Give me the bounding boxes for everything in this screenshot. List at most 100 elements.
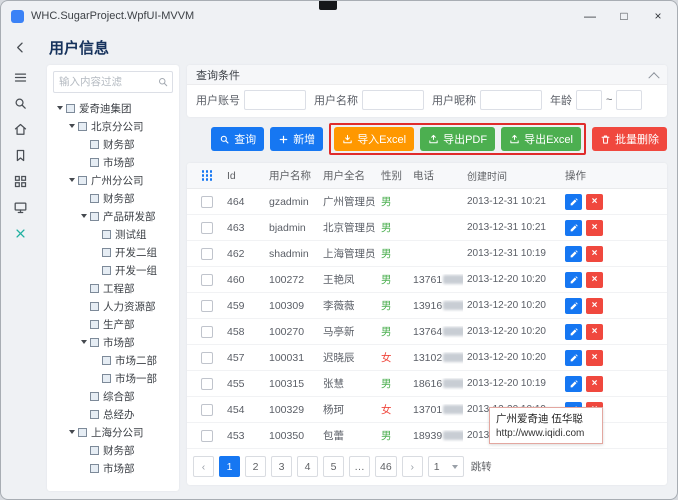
batch-delete-button[interactable]: 批量删除 <box>592 127 667 151</box>
row-checkbox[interactable] <box>201 351 213 364</box>
close-button[interactable]: × <box>641 1 675 31</box>
minimize-button[interactable]: — <box>573 1 607 31</box>
delete-button[interactable]: × <box>586 297 603 314</box>
add-button[interactable]: 新增 <box>270 127 324 151</box>
user-nickname-input[interactable] <box>480 90 542 110</box>
grid-handle-icon[interactable] <box>201 170 213 181</box>
user-name-input[interactable] <box>362 90 424 110</box>
edit-button[interactable] <box>565 375 582 392</box>
tree-node[interactable]: 工程部 <box>53 279 173 297</box>
column-header-phone[interactable]: 电话 <box>409 168 463 183</box>
tree-node[interactable]: 市场部 <box>53 153 173 171</box>
edit-button[interactable] <box>565 219 582 236</box>
column-header-created[interactable]: 创建时间 <box>463 168 561 183</box>
table-row[interactable]: 455 100315 张慧 男 18616 2013-12-20 10:19 × <box>187 371 667 397</box>
tree-node[interactable]: 财务部 <box>53 189 173 207</box>
tree-node[interactable]: 广州分公司 <box>53 171 173 189</box>
apps-button[interactable] <box>7 169 33 193</box>
user-account-input[interactable] <box>244 90 306 110</box>
delete-button[interactable]: × <box>586 193 603 210</box>
row-checkbox[interactable] <box>201 377 213 390</box>
tree-node[interactable]: 综合部 <box>53 387 173 405</box>
row-checkbox[interactable] <box>201 247 213 260</box>
tree-node[interactable]: 上海分公司 <box>53 423 173 441</box>
tree-node[interactable]: 爱奇迪集团 <box>53 99 173 117</box>
delete-button[interactable]: × <box>586 375 603 392</box>
table-row[interactable]: 464 gzadmin 广州管理员 男 2013-12-31 10:21 × <box>187 189 667 215</box>
column-header-gender[interactable]: 性别 <box>377 168 409 183</box>
delete-button[interactable]: × <box>586 219 603 236</box>
title-bar[interactable]: WHC.SugarProject.WpfUI-MVVM — □ × <box>1 1 677 31</box>
tree-filter-input[interactable] <box>53 71 173 93</box>
tree-node[interactable]: 人力资源部 <box>53 297 173 315</box>
table-row[interactable]: 459 100309 李薇薇 男 13916 2013-12-20 10:20 … <box>187 293 667 319</box>
tree-node[interactable]: 市场一部 <box>53 369 173 387</box>
column-header-fullname[interactable]: 用户全名 <box>319 168 377 183</box>
tree-node[interactable]: 市场部 <box>53 459 173 477</box>
delete-button[interactable]: × <box>586 271 603 288</box>
tree-node[interactable]: 北京分公司 <box>53 117 173 135</box>
rail-search-button[interactable] <box>7 91 33 115</box>
page-button[interactable]: 5 <box>323 456 344 477</box>
table-row[interactable]: 457 100031 迟晓辰 女 13102 2013-12-20 10:20 … <box>187 345 667 371</box>
edit-button[interactable] <box>565 297 582 314</box>
page-button[interactable]: 46 <box>375 456 397 477</box>
edit-button[interactable] <box>565 193 582 210</box>
tree-node[interactable]: 财务部 <box>53 441 173 459</box>
table-row[interactable]: 460 100272 王艳凤 男 13761 2013-12-20 10:20 … <box>187 267 667 293</box>
cell-gender: 女 <box>381 404 392 416</box>
back-button[interactable] <box>7 35 33 59</box>
next-page-button[interactable]: › <box>401 456 423 477</box>
tree-node[interactable]: 生产部 <box>53 315 173 333</box>
edit-button[interactable] <box>565 323 582 340</box>
row-checkbox[interactable] <box>201 403 213 416</box>
tree-node[interactable]: 财务部 <box>53 135 173 153</box>
page-button[interactable]: 3 <box>271 456 292 477</box>
menu-button[interactable] <box>7 65 33 89</box>
search-button[interactable]: 查询 <box>211 127 265 151</box>
table-row[interactable]: 458 100270 马亭新 男 13764 2013-12-20 10:20 … <box>187 319 667 345</box>
export-pdf-button[interactable]: 导出PDF <box>420 127 496 151</box>
age-min-input[interactable] <box>576 90 602 110</box>
row-checkbox[interactable] <box>201 299 213 312</box>
delete-button[interactable]: × <box>586 245 603 262</box>
bookmark-button[interactable] <box>7 143 33 167</box>
maximize-button[interactable]: □ <box>607 1 641 31</box>
edit-button[interactable] <box>565 271 582 288</box>
tree-node[interactable]: 测试组 <box>53 225 173 243</box>
cut-button[interactable] <box>7 221 33 245</box>
display-button[interactable] <box>7 195 33 219</box>
row-checkbox[interactable] <box>201 221 213 234</box>
tree-node[interactable]: 开发二组 <box>53 243 173 261</box>
tree-node[interactable]: 开发一组 <box>53 261 173 279</box>
delete-button[interactable]: × <box>586 349 603 366</box>
edit-button[interactable] <box>565 349 582 366</box>
home-button[interactable] <box>7 117 33 141</box>
export-excel-button[interactable]: 导出Excel <box>501 127 581 151</box>
table-row[interactable]: 462 shadmin 上海管理员 男 2013-12-31 10:19 × <box>187 241 667 267</box>
page-ellipsis[interactable]: … <box>349 456 370 477</box>
age-max-input[interactable] <box>616 90 643 110</box>
delete-button[interactable]: × <box>586 323 603 340</box>
edit-button[interactable] <box>565 245 582 262</box>
import-excel-button[interactable]: 导入Excel <box>334 127 415 151</box>
page-button[interactable]: 1 <box>219 456 240 477</box>
page-size-select[interactable]: 1 <box>427 456 464 477</box>
page-button[interactable]: 2 <box>245 456 266 477</box>
page-button[interactable]: 4 <box>297 456 318 477</box>
collapse-chevron-icon[interactable] <box>648 71 660 83</box>
row-checkbox[interactable] <box>201 325 213 338</box>
tree-node[interactable]: 总经办 <box>53 405 173 423</box>
folder-icon <box>90 391 99 401</box>
row-checkbox[interactable] <box>201 273 213 286</box>
prev-page-button[interactable]: ‹ <box>193 456 214 477</box>
pencil-icon <box>570 327 578 335</box>
column-header-username[interactable]: 用户名称 <box>265 168 319 183</box>
tree-node[interactable]: 产品研发部 <box>53 207 173 225</box>
table-row[interactable]: 463 bjadmin 北京管理员 男 2013-12-31 10:21 × <box>187 215 667 241</box>
tree-node[interactable]: 市场部 <box>53 333 173 351</box>
row-checkbox[interactable] <box>201 429 213 442</box>
row-checkbox[interactable] <box>201 195 213 208</box>
column-header-id[interactable]: Id <box>223 170 265 182</box>
tree-node[interactable]: 市场二部 <box>53 351 173 369</box>
